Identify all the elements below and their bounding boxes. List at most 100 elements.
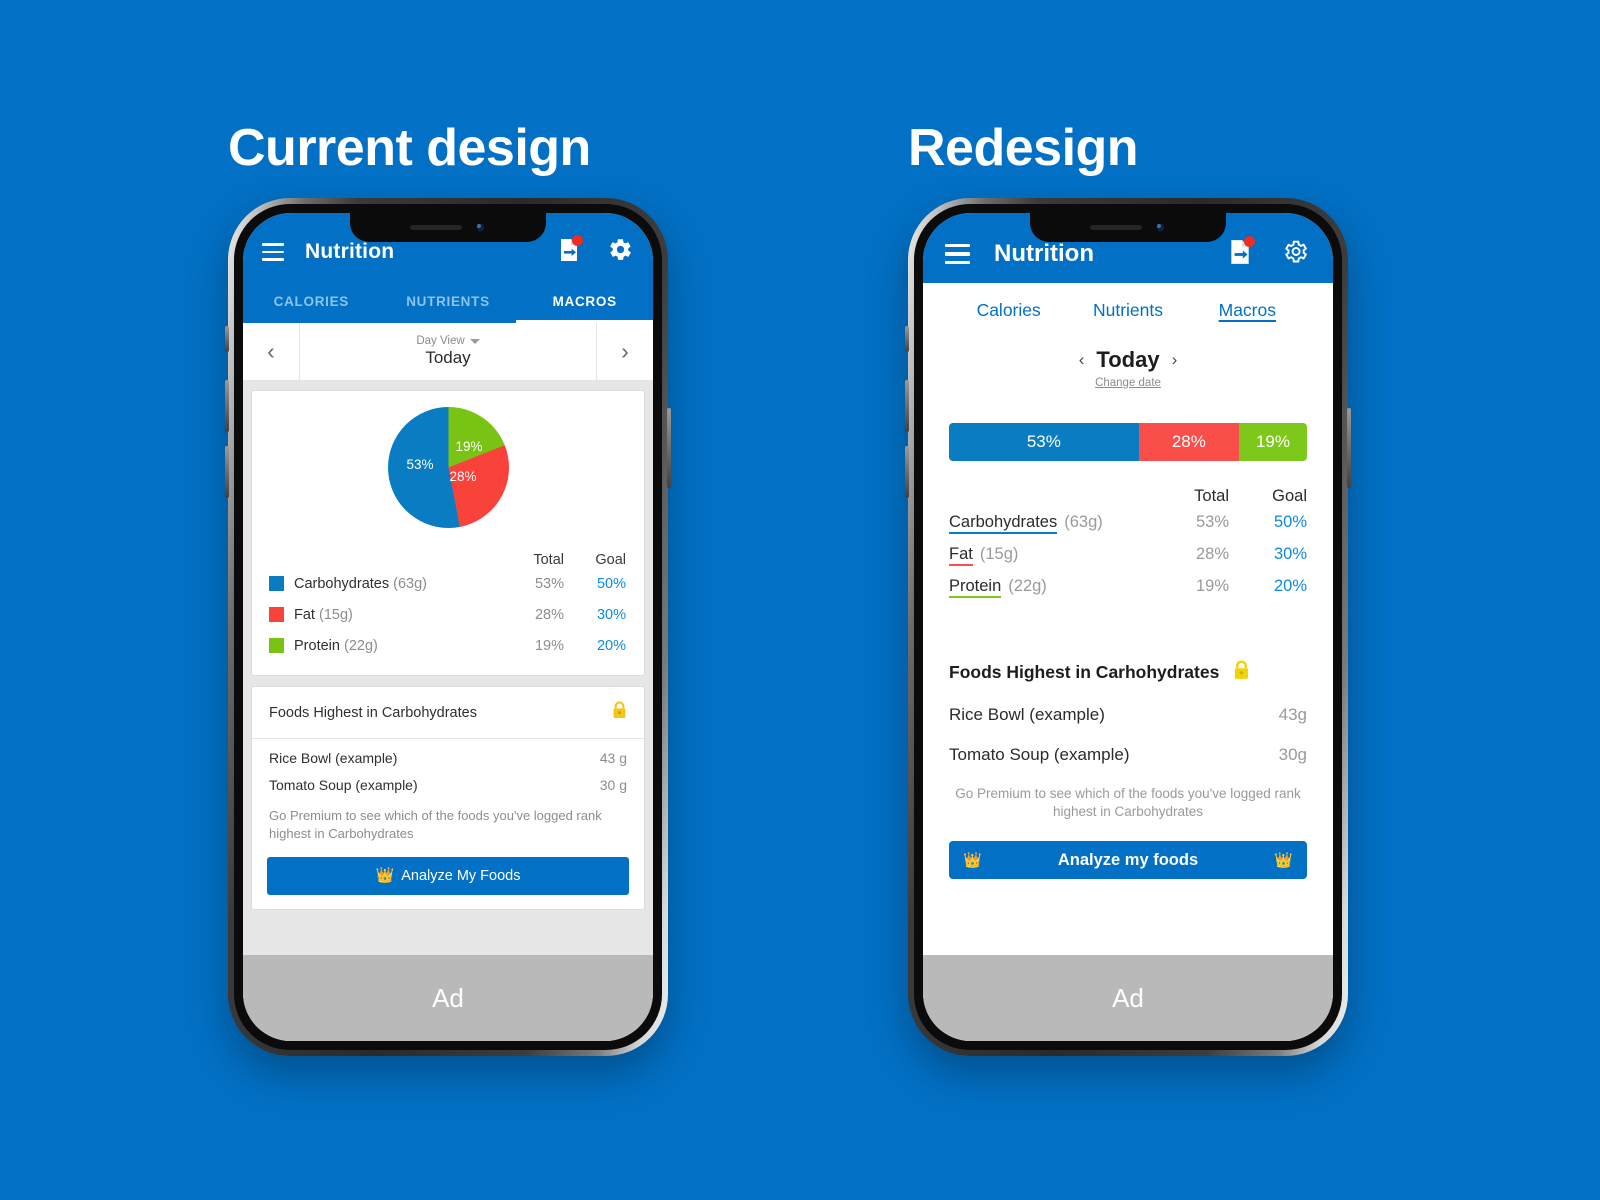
- row-label-fat[interactable]: Fat (15g): [949, 544, 1155, 566]
- change-date-link[interactable]: Change date: [1095, 377, 1161, 389]
- power-button[interactable]: [667, 408, 671, 488]
- day-view-label: Day View: [416, 335, 465, 347]
- earpiece-speaker: [1090, 225, 1142, 230]
- food-name: Tomato Soup (example): [269, 777, 418, 793]
- prev-day-button[interactable]: ‹: [1079, 350, 1085, 370]
- date-navigation: ‹ Today › Change date: [923, 337, 1333, 395]
- mute-switch[interactable]: [225, 326, 229, 352]
- volume-up-button[interactable]: [905, 380, 909, 432]
- row-total-carbohydrates: 53%: [534, 575, 564, 592]
- tab-calories[interactable]: CALORIES: [243, 279, 380, 323]
- row-label-carbohydrates[interactable]: Carbohydrates (63g): [949, 512, 1155, 534]
- foods-highest-card: Foods Highest in Carbohydrates Rice Bowl…: [251, 686, 645, 910]
- bar-segment-carbohydrates: 53%: [949, 423, 1139, 461]
- gear-icon[interactable]: [608, 237, 633, 267]
- crown-icon: 👑: [375, 867, 395, 885]
- hamburger-icon[interactable]: [945, 243, 970, 265]
- food-value: 43 g: [599, 750, 627, 766]
- row-goal-fat[interactable]: 30%: [564, 607, 626, 623]
- next-day-button[interactable]: ›: [596, 323, 653, 380]
- date-selector[interactable]: Day View Today: [300, 323, 596, 380]
- analyze-my-foods-button[interactable]: 👑 Analyze My Foods: [267, 856, 629, 895]
- swatch-protein: [269, 638, 284, 653]
- table-header-row: Total Goal: [949, 487, 1307, 506]
- app-screen-current: Nutrition CALORIES NUTRIENTS MACROS ‹ Da…: [243, 213, 653, 1041]
- mute-switch[interactable]: [905, 326, 909, 352]
- phone-mockup-current: Nutrition CALORIES NUTRIENTS MACROS ‹ Da…: [225, 198, 671, 1056]
- phone-bezel: Nutrition: [234, 204, 662, 1050]
- premium-promo-text: Go Premium to see which of the foods you…: [269, 808, 602, 841]
- row-total-protein: 19%: [1195, 576, 1229, 595]
- foods-section-header: Foods Highest in Carhohydrates: [949, 660, 1307, 685]
- pie-graphic: 19% 28% 53%: [387, 407, 509, 528]
- page-title: Nutrition: [305, 240, 395, 263]
- macros-legend-table: Total Goal Carbohydrates (63g) 53% 50% F…: [252, 538, 644, 675]
- hamburger-icon[interactable]: [262, 243, 284, 261]
- front-camera: [475, 222, 486, 233]
- poster-canvas: Current design Redesign Nutrition CALORI…: [0, 0, 1600, 1200]
- tab-nutrients[interactable]: NUTRIENTS: [380, 279, 517, 323]
- table-row: Fat (15g) 28% 30%: [949, 538, 1307, 570]
- macros-chart-card: 19% 28% 53% Total Goal Carbohydrates (63…: [251, 390, 645, 676]
- premium-promo-text: Go Premium to see which of the foods you…: [955, 786, 1301, 820]
- document-export-icon[interactable]: [558, 234, 583, 267]
- screen-body: 19% 28% 53% Total Goal Carbohydrates (63…: [243, 381, 653, 955]
- analyze-my-foods-button[interactable]: 👑 Analyze my foods 👑: [949, 841, 1307, 880]
- lock-icon: [612, 701, 627, 724]
- table-row: Carbohydrates (63g) 53% 50%: [949, 506, 1307, 538]
- food-value: 30g: [1278, 745, 1307, 764]
- tab-nutrients[interactable]: Nutrients: [1068, 300, 1187, 321]
- row-label-fat: Fat (15g): [294, 606, 353, 623]
- pie-slice-label-carbs: 53%: [406, 457, 434, 472]
- row-label-carbohydrates: Carbohydrates (63g): [294, 575, 427, 592]
- column-header-total: Total: [1194, 487, 1229, 505]
- power-button[interactable]: [1347, 408, 1351, 488]
- row-total-fat: 28%: [1195, 544, 1229, 563]
- volume-down-button[interactable]: [225, 446, 229, 498]
- crown-icon: 👑: [1274, 851, 1293, 869]
- row-goal-protein[interactable]: 20%: [564, 638, 626, 654]
- ad-banner[interactable]: Ad: [923, 955, 1333, 1041]
- macros-stacked-bar-chart: 53% 28% 19%: [949, 423, 1307, 461]
- tab-bar: Calories Nutrients Macros: [923, 283, 1333, 337]
- gear-outline-icon[interactable]: [1282, 238, 1309, 270]
- screen-body: 53% 28% 19% Total Goal Carbohydrates (63…: [923, 395, 1333, 955]
- day-view-dropdown[interactable]: Day View: [416, 335, 480, 347]
- row-label-protein: Protein (22g): [294, 637, 378, 654]
- current-date-label: Today: [425, 348, 471, 367]
- swatch-fat: [269, 607, 284, 622]
- tab-calories[interactable]: Calories: [949, 300, 1068, 321]
- legend-header-row: Total Goal: [269, 538, 626, 568]
- next-day-button[interactable]: ›: [1172, 350, 1178, 370]
- analyze-button-label: Analyze my foods: [1057, 850, 1199, 869]
- notch: [350, 213, 546, 242]
- row-total-carbohydrates: 53%: [1195, 512, 1229, 531]
- row-total-fat: 28%: [534, 606, 564, 623]
- volume-down-button[interactable]: [905, 446, 909, 498]
- volume-up-button[interactable]: [225, 380, 229, 432]
- redesign-title: Redesign: [908, 119, 1139, 177]
- tab-macros[interactable]: MACROS: [516, 279, 653, 323]
- row-goal-carbohydrates[interactable]: 50%: [564, 576, 626, 592]
- foods-heading: Foods Highest in Carbohydrates: [269, 704, 477, 721]
- table-row: Protein (22g) 19% 20%: [949, 570, 1307, 602]
- list-item: Tomato Soup (example) 30 g: [252, 766, 644, 793]
- row-label-protein[interactable]: Protein (22g): [949, 576, 1155, 598]
- tab-macros[interactable]: Macros: [1188, 300, 1307, 321]
- ad-label: Ad: [1112, 982, 1144, 1013]
- row-goal-protein[interactable]: 20%: [1229, 577, 1307, 596]
- table-row: Carbohydrates (63g) 53% 50%: [269, 568, 626, 599]
- document-export-icon[interactable]: [1228, 235, 1255, 270]
- notification-dot: [572, 234, 583, 246]
- current-design-title: Current design: [228, 119, 591, 177]
- caret-down-icon: [469, 338, 480, 344]
- food-name: Tomato Soup (example): [949, 745, 1130, 764]
- macros-table: Total Goal Carbohydrates (63g) 53% 50% Fa…: [949, 487, 1307, 602]
- foods-heading: Foods Highest in Carhohydrates: [949, 662, 1220, 682]
- prev-day-button[interactable]: ‹: [243, 323, 300, 380]
- ad-banner[interactable]: Ad: [243, 955, 653, 1041]
- row-goal-carbohydrates[interactable]: 50%: [1229, 513, 1307, 532]
- row-goal-fat[interactable]: 30%: [1229, 545, 1307, 564]
- pie-slice-label-protein: 19%: [455, 439, 483, 454]
- ad-label: Ad: [432, 982, 464, 1013]
